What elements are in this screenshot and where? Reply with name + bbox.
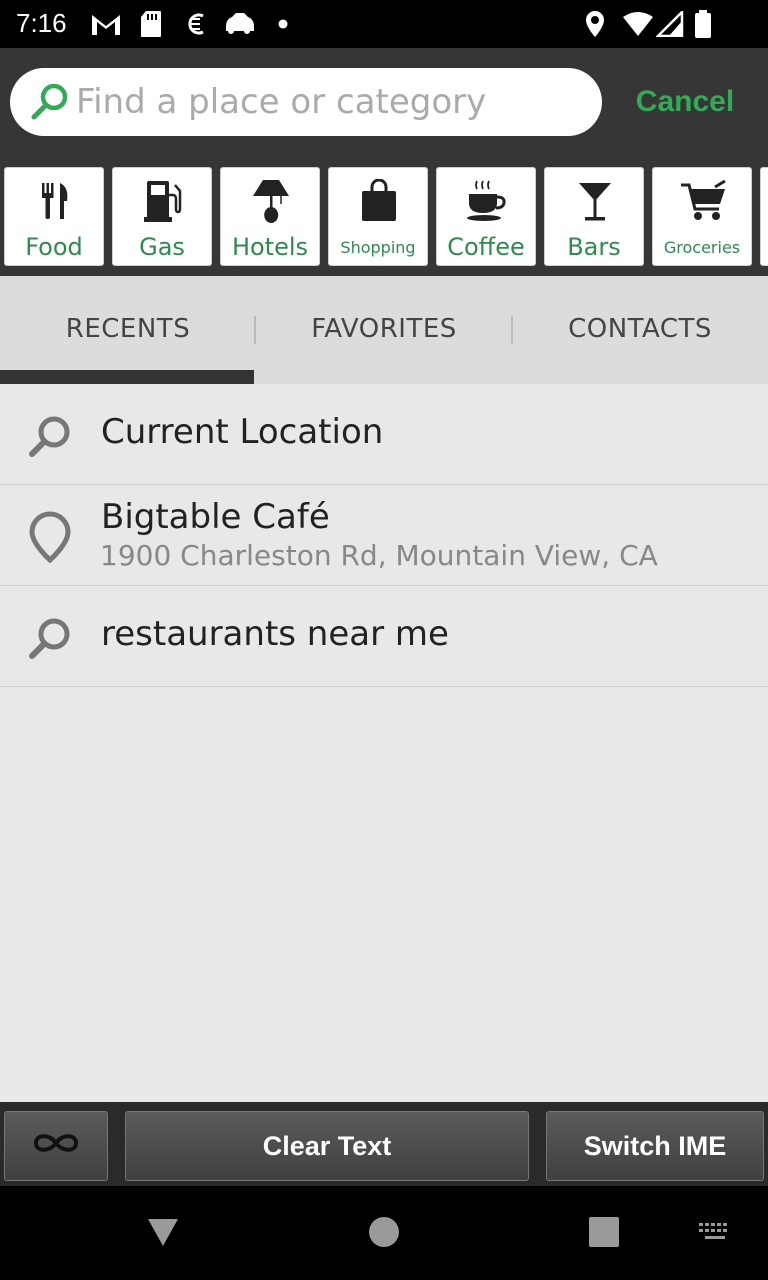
tab-recents[interactable]: RECENTS xyxy=(0,276,256,384)
switch-ime-button[interactable]: Switch IME xyxy=(546,1111,764,1181)
list-item-address: 1900 Charleston Rd, Mountain View, CA xyxy=(100,539,658,572)
status-time: 7:16 xyxy=(16,8,67,38)
gmail-icon xyxy=(90,10,122,38)
category-strip[interactable]: Food Gas Hotels Shopping Coffee Bars Gro… xyxy=(0,162,768,276)
keyboard-icon[interactable] xyxy=(698,1220,732,1244)
category-groceries[interactable]: Groceries xyxy=(652,167,752,266)
car-icon xyxy=(222,10,256,38)
category-coffee[interactable]: Coffee xyxy=(436,167,536,266)
category-label: Groceries xyxy=(663,238,741,257)
gas-pump-icon xyxy=(138,176,188,226)
infinity-icon xyxy=(31,1130,81,1163)
category-shopping[interactable]: Shopping xyxy=(328,167,428,266)
tab-bar: RECENTS FAVORITES CONTACTS xyxy=(0,276,768,384)
coffee-cup-icon xyxy=(462,176,512,226)
clear-text-button[interactable]: Clear Text xyxy=(125,1111,529,1181)
tab-active-indicator xyxy=(0,370,254,384)
place-pin-icon xyxy=(26,511,74,564)
category-label: Gas xyxy=(139,233,185,261)
battery-icon xyxy=(694,10,712,38)
dot-icon xyxy=(278,10,288,38)
search-header: Cancel xyxy=(0,48,768,162)
sync-icon xyxy=(183,10,207,38)
cart-icon xyxy=(678,176,728,226)
list-item-restaurants-near-me[interactable]: restaurants near me xyxy=(0,586,768,687)
lamp-icon xyxy=(246,176,296,226)
recents-list: Current Location Bigtable Café 1900 Char… xyxy=(0,384,768,687)
search-input[interactable] xyxy=(76,78,586,126)
list-item-bigtable-cafe[interactable]: Bigtable Café 1900 Charleston Rd, Mounta… xyxy=(0,485,768,586)
category-label: Food xyxy=(25,233,83,261)
list-item-title: Bigtable Café xyxy=(101,497,330,537)
home-icon[interactable] xyxy=(368,1216,400,1248)
tab-label: FAVORITES xyxy=(311,314,457,344)
cancel-button[interactable]: Cancel xyxy=(612,80,758,124)
sd-card-icon xyxy=(140,10,162,38)
category-label: Bars xyxy=(567,233,621,261)
signal-icon xyxy=(656,10,684,38)
category-bars[interactable]: Bars xyxy=(544,167,644,266)
category-label: Coffee xyxy=(447,233,525,261)
recents-icon[interactable] xyxy=(588,1216,620,1248)
navigation-bar xyxy=(0,1186,768,1280)
list-item-title: Current Location xyxy=(101,412,384,452)
list-item-current-location[interactable]: Current Location xyxy=(0,384,768,485)
shopping-bag-icon xyxy=(354,176,404,226)
category-gas[interactable]: Gas xyxy=(112,167,212,266)
tab-favorites[interactable]: FAVORITES xyxy=(256,276,512,384)
search-box[interactable] xyxy=(10,68,602,136)
category-more[interactable] xyxy=(760,167,768,266)
search-icon xyxy=(26,412,74,460)
search-icon xyxy=(26,614,74,662)
location-icon xyxy=(583,10,607,38)
category-food[interactable]: Food xyxy=(4,167,104,266)
back-icon[interactable] xyxy=(145,1214,181,1250)
list-item-title: restaurants near me xyxy=(101,614,449,654)
tab-label: CONTACTS xyxy=(568,314,712,344)
tab-label: RECENTS xyxy=(65,314,191,344)
ime-toolbar: Clear Text Switch IME xyxy=(0,1102,768,1186)
category-label: Shopping xyxy=(340,238,416,257)
search-icon xyxy=(30,82,70,126)
martini-icon xyxy=(570,176,620,226)
tab-contacts[interactable]: CONTACTS xyxy=(512,276,768,384)
wifi-icon xyxy=(622,10,654,38)
infinity-button[interactable] xyxy=(4,1111,108,1181)
status-bar: 7:16 xyxy=(0,0,768,48)
category-label: Hotels xyxy=(231,233,309,261)
fork-knife-icon xyxy=(30,176,80,226)
category-hotels[interactable]: Hotels xyxy=(220,167,320,266)
